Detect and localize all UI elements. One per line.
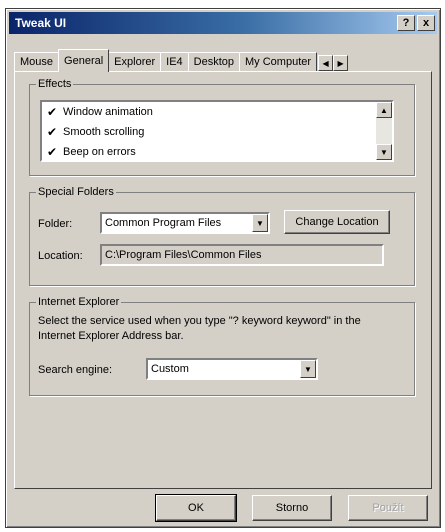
close-button[interactable]: x	[417, 15, 435, 31]
folder-dropdown-value: Common Program Files	[105, 217, 222, 229]
location-field: C:\Program Files\Common Files	[100, 244, 384, 266]
tab-my-computer[interactable]: My Computer	[239, 52, 318, 71]
effects-group: Effects ✔ Window animation ✔ Smooth scro…	[29, 78, 415, 176]
change-location-button[interactable]: Change Location	[284, 210, 390, 234]
tab-scroll-right-icon[interactable]: ▶	[333, 55, 349, 71]
window-title: Tweak UI	[15, 16, 67, 30]
checkmark-icon[interactable]: ✔	[46, 145, 58, 159]
search-engine-value: Custom	[151, 363, 189, 375]
special-folders-group: Special Folders Folder: Common Program F…	[29, 186, 415, 286]
effect-item-smooth-scrolling[interactable]: ✔ Smooth scrolling	[42, 122, 392, 142]
effect-item-label: Window animation	[63, 106, 153, 118]
chevron-down-icon[interactable]: ▼	[252, 214, 268, 232]
effect-item-label: Smooth scrolling	[63, 126, 145, 138]
tweak-ui-window: Tweak UI ? x Mouse General Explorer IE4 …	[5, 8, 441, 528]
tab-desktop[interactable]: Desktop	[187, 52, 241, 71]
checkmark-icon[interactable]: ✔	[46, 105, 58, 119]
effects-scrollbar[interactable]: ▲ ▼	[376, 102, 392, 160]
scroll-up-icon[interactable]: ▲	[376, 102, 392, 118]
tab-scroll-buttons: ◀ ▶	[318, 55, 349, 71]
tab-ie4[interactable]: IE4	[160, 52, 189, 71]
effect-item-label: Beep on errors	[63, 146, 136, 158]
tab-general[interactable]: General	[58, 49, 110, 72]
search-service-description: Select the service used when you type "?…	[38, 315, 361, 342]
help-button[interactable]: ?	[397, 15, 415, 31]
general-tab-panel: Effects ✔ Window animation ✔ Smooth scro…	[14, 71, 432, 489]
scroll-down-icon[interactable]: ▼	[376, 144, 392, 160]
effects-listbox[interactable]: ✔ Window animation ✔ Smooth scrolling ✔ …	[40, 100, 394, 162]
tab-strip: Mouse General Explorer IE4 Desktop My Co…	[14, 49, 432, 72]
tab-explorer[interactable]: Explorer	[108, 52, 162, 71]
cancel-button[interactable]: Storno	[252, 495, 332, 521]
internet-explorer-group-title: Internet Explorer	[38, 296, 120, 308]
tab-mouse[interactable]: Mouse	[14, 52, 60, 71]
checkmark-icon[interactable]: ✔	[46, 125, 58, 139]
title-bar[interactable]: Tweak UI ? x	[9, 12, 437, 34]
search-engine-dropdown[interactable]: Custom ▼	[146, 358, 318, 380]
location-label: Location:	[38, 250, 83, 262]
ok-button[interactable]: OK	[155, 494, 237, 522]
search-engine-label: Search engine:	[38, 364, 112, 376]
folder-dropdown[interactable]: Common Program Files ▼	[100, 212, 270, 234]
apply-button[interactable]: Použít	[348, 495, 428, 521]
special-folders-group-title: Special Folders	[38, 186, 114, 198]
folder-label: Folder:	[38, 218, 73, 230]
effect-item-window-animation[interactable]: ✔ Window animation	[42, 102, 392, 122]
chevron-down-icon[interactable]: ▼	[300, 360, 316, 378]
tab-scroll-left-icon[interactable]: ◀	[318, 55, 334, 71]
effect-item-beep-on-errors[interactable]: ✔ Beep on errors	[42, 142, 392, 162]
internet-explorer-group: Internet Explorer Select the service use…	[29, 296, 415, 396]
effects-group-title: Effects	[38, 78, 72, 90]
